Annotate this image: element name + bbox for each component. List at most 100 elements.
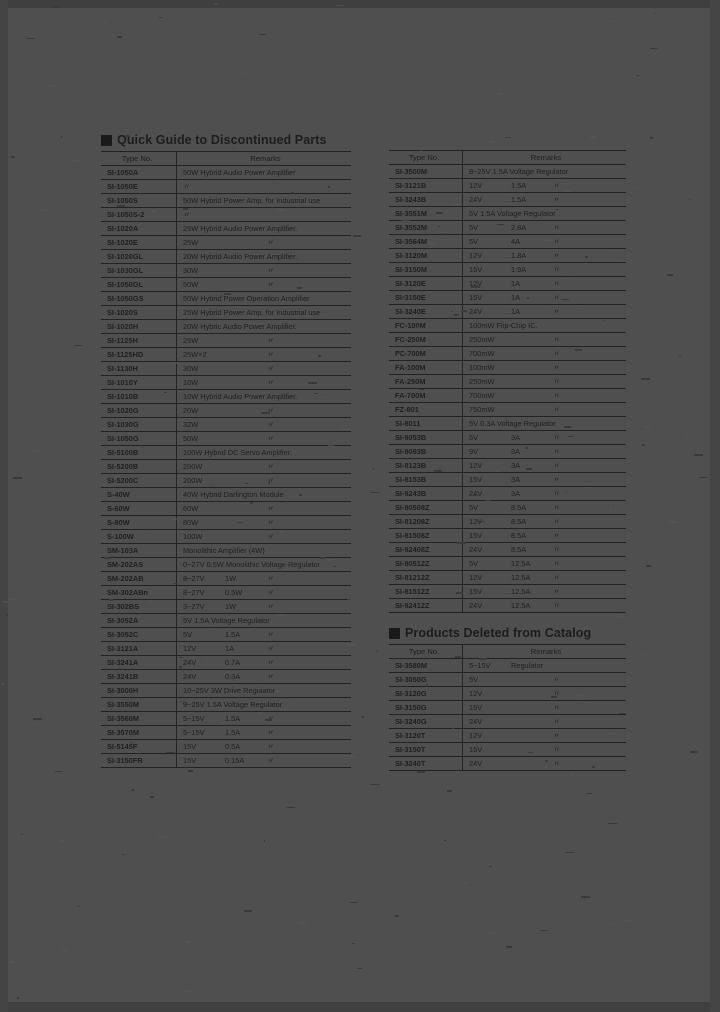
remark-voltage: 24V	[469, 488, 483, 498]
cell-remarks: 100W 〃	[176, 529, 351, 544]
remarks-subcells: 9V 3A 〃	[469, 447, 623, 457]
remarks-subcells: 10W 〃	[183, 378, 348, 388]
remarks-subcells: 200W 〃	[183, 476, 348, 486]
table-row: SI-3150E 15V 1A 〃	[389, 290, 626, 305]
remark-text: 〃	[553, 516, 561, 526]
scan-noise-speck	[185, 991, 192, 992]
remark-voltage: 15V	[183, 741, 197, 751]
cell-type-no: SI-82408Z	[389, 542, 463, 557]
scan-noise-speck	[85, 994, 92, 995]
remarks-subcells: 100W 〃	[183, 532, 348, 542]
cell-type-no: SI-3120T	[389, 728, 463, 743]
scan-noise-speck	[13, 237, 19, 238]
cell-type-no: SI-5200B	[101, 459, 177, 474]
table-row: SI-3500M 8~25V 1.5A Voltage Regulator	[389, 164, 626, 179]
remark-current: 8.5A	[511, 502, 527, 512]
cell-type-no: SI-1020S	[101, 305, 177, 320]
table-row: SI-5100B 100W Hybrid DC Servo Amplifier.	[101, 445, 351, 460]
table-row: SI-302BS 3~27V 1W 〃	[101, 599, 351, 614]
cell-remarks: 12V 1A 〃	[462, 276, 626, 291]
remarks-subcells: 15V 0.15A 〃	[183, 756, 348, 766]
scan-noise-speck	[689, 199, 690, 200]
table-row: SI-1050E 〃	[101, 179, 351, 194]
cell-remarks: 50W 〃	[176, 277, 351, 292]
table-row: SI-81208Z 12V 8.5A 〃	[389, 514, 626, 529]
remarks-subcells: 15V 〃	[469, 745, 623, 755]
cell-remarks: 5V 3A 〃	[462, 430, 626, 445]
remark-current: 1W	[225, 601, 237, 611]
remark-current: 3A	[511, 432, 521, 442]
remark-voltage: 50W	[183, 279, 199, 289]
remark-text: 〃	[267, 755, 275, 765]
scan-noise-speck	[84, 629, 88, 630]
cell-type-no: SI-81212Z	[389, 570, 463, 585]
column-header-type-no: Type No.	[389, 644, 463, 659]
table-row: SI-1050GS 50W Hybrid Power Operation Ampl…	[101, 291, 351, 306]
remark-current: 0.5A	[225, 741, 241, 751]
cell-remarks: 5V 1.5A 〃	[176, 627, 351, 642]
remark-voltage: 20W	[183, 405, 199, 415]
remarks-subcells: 12V 1A 〃	[183, 644, 348, 654]
column-header-remarks: Remarks	[462, 644, 626, 659]
table-row: SI-1130H 30W 〃	[101, 361, 351, 376]
scan-noise-speck	[699, 477, 708, 478]
cell-remarks: 15V 12.5A 〃	[462, 584, 626, 599]
scan-noise-speck	[357, 968, 362, 969]
remark-text: 〃	[267, 601, 275, 611]
table-row: SI-3150M 15V 1.9A 〃	[389, 262, 626, 277]
cell-remarks: 25W×2 〃	[176, 347, 351, 362]
cell-type-no: SI-8243B	[389, 486, 463, 501]
table-row: SI-81512Z 15V 12.5A 〃	[389, 584, 626, 599]
remark-current: 1.5A	[225, 629, 241, 639]
remark-voltage: 8~27V	[183, 587, 205, 597]
cell-type-no: SI-1050S	[101, 193, 177, 208]
remark-voltage: 750mW	[469, 404, 495, 414]
cell-remarks: 24V 〃	[462, 756, 626, 771]
cell-remarks: 24V 8.5A 〃	[462, 542, 626, 557]
cell-type-no: SI-3120M	[389, 248, 463, 263]
table-row: SI-1010B 10W Hybrid Audio Power Amplifier…	[101, 389, 351, 404]
remark-voltage: 12V	[469, 730, 483, 740]
remarks-subcells: 24V 1.5A 〃	[469, 195, 623, 205]
scan-noise-speck	[637, 284, 640, 285]
table-row: SI-1020G 20W 〃	[101, 403, 351, 418]
column-header-remarks: Remarks	[176, 151, 351, 166]
cell-type-no: SI-1125H	[101, 333, 177, 348]
scan-noise-speck	[75, 160, 84, 161]
table-row: SI-1020GL 20W Hybrid Audio Power Amplifie…	[101, 249, 351, 264]
scan-noise-speck	[298, 922, 306, 924]
cell-type-no: SI-81208Z	[389, 514, 463, 529]
cell-type-no: SI-1020G	[101, 403, 177, 418]
scan-noise-speck	[122, 854, 125, 855]
cell-remarks: 10W Hybrid Audio Power Amplifier.	[176, 389, 351, 404]
remark-text: 〃	[267, 279, 275, 289]
remark-current: 1W	[225, 573, 237, 583]
cell-remarks: 100W Hybrid DC Servo Amplifier.	[176, 445, 351, 460]
table-row: SI-1020A 25W Hybrid Audio Power Amplifier…	[101, 221, 351, 236]
cell-remarks: 〃	[176, 179, 351, 194]
scan-noise-speck	[40, 308, 41, 309]
black-square-bullet-icon	[101, 134, 112, 146]
remark-voltage: 80W	[183, 517, 199, 527]
scan-noise-speck	[95, 205, 97, 206]
table-row: SI-3000H 10~25V 3W Drive Regulator	[101, 683, 351, 698]
cell-type-no: S-60W	[101, 501, 177, 516]
cell-type-no: FA-250M	[389, 374, 463, 389]
remark-voltage: 5V	[469, 222, 479, 232]
remark-voltage: 30W	[183, 265, 199, 275]
remark-voltage: 5~15V	[183, 713, 205, 723]
cell-type-no: SI-1050S-2	[101, 207, 177, 222]
scan-noise-speck	[61, 136, 62, 138]
scan-noise-speck	[464, 882, 467, 884]
cell-remarks: 20W Hybrid Audio Power Amplifier.	[176, 249, 351, 264]
table-row: SI-3552M 5V 2.8A 〃	[389, 220, 626, 235]
scan-noise-speck	[655, 516, 656, 518]
cell-remarks: 100mW Flip-Chip IC.	[462, 318, 626, 333]
cell-type-no: SI-3052A	[101, 613, 177, 628]
table-row: SI-8243B 24V 3A 〃	[389, 486, 626, 501]
cell-type-no: SI-1030GL	[101, 263, 177, 278]
remark-current: Regulator	[511, 660, 544, 670]
scan-noise-speck	[205, 23, 210, 25]
remarks-subcells: 80W 〃	[183, 518, 348, 528]
table-row: SI-1020E 25W 〃	[101, 235, 351, 250]
